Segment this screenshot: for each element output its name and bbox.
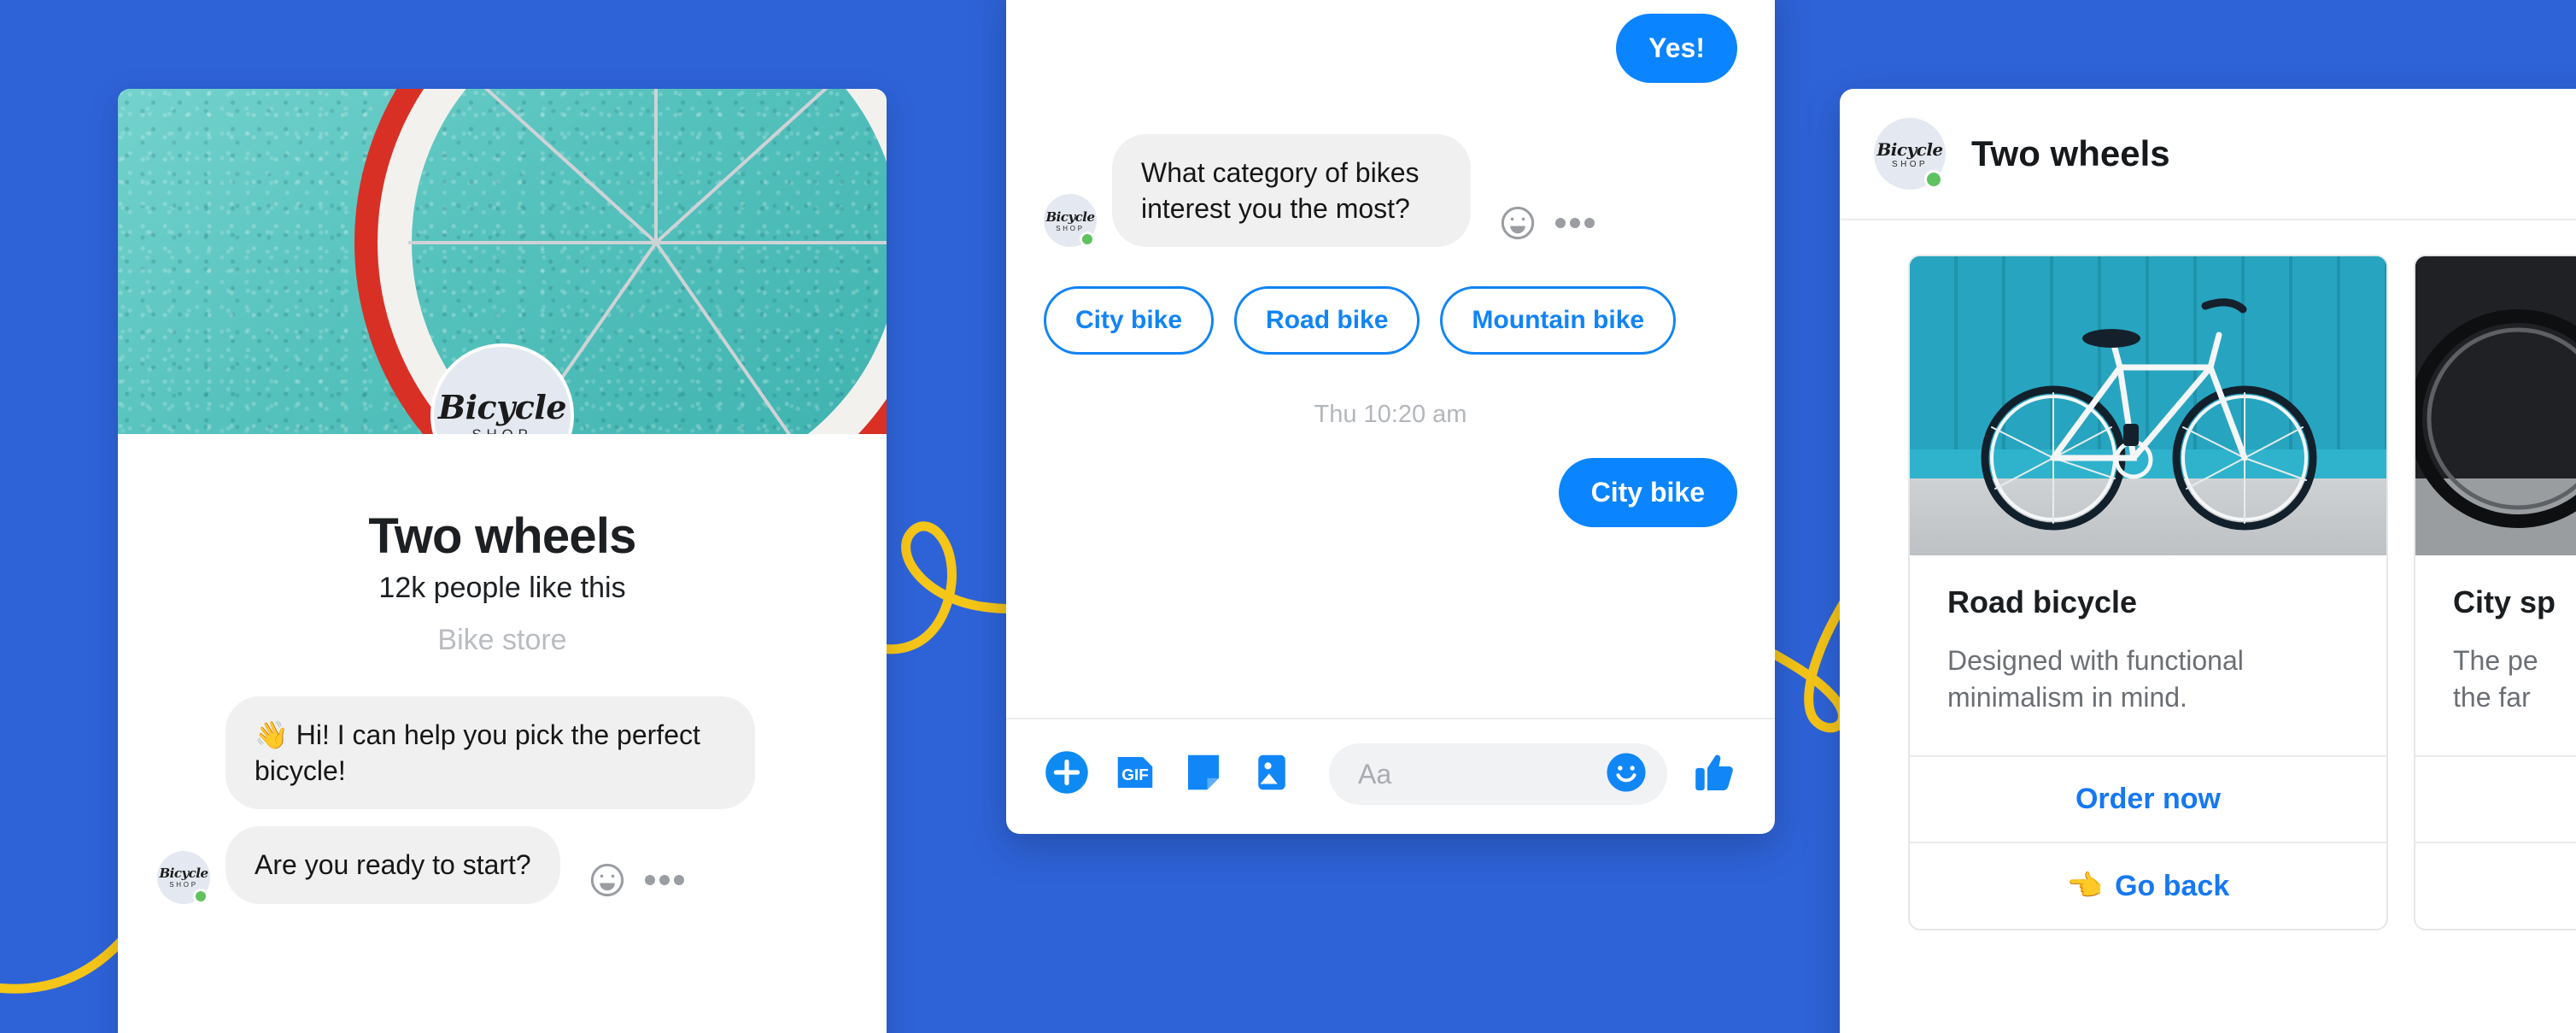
avatar-script-text: Bicycle: [1045, 208, 1095, 225]
chat-message-list: Yes! Bicycle SHOP What category of bikes…: [1006, 0, 1775, 718]
go-back-button[interactable]: 👈 Go back: [1910, 841, 2386, 929]
pointing-left-hand-icon: 👈: [2066, 869, 2104, 902]
message-composer: GIF Aa: [1006, 718, 1775, 834]
gif-icon[interactable]: GIF: [1112, 749, 1158, 800]
message-input-placeholder: Aa: [1358, 758, 1392, 789]
page-title: Two wheels: [1971, 133, 2170, 173]
product-tile[interactable]: City sp The pe the far: [2414, 255, 2576, 930]
avatar-shop-text: SHOP: [471, 426, 533, 435]
product-carousel-card: Bicycle SHOP Two wheels Road bicycle Des…: [1840, 89, 2576, 1033]
sent-message-row: Yes!: [1044, 14, 1737, 83]
product-card-header: Bicycle SHOP Two wheels: [1840, 89, 2576, 220]
order-now-button[interactable]: Order now: [1910, 754, 2386, 842]
avatar-script-text: Bicycle: [437, 387, 567, 426]
svg-text:GIF: GIF: [1121, 766, 1148, 784]
more-options-icon[interactable]: [644, 873, 685, 891]
message-bubble-received[interactable]: Are you ready to start?: [225, 826, 560, 904]
facebook-page-profile-card: Bicycle SHOP Two wheels 12k people like …: [118, 89, 887, 1033]
product-title: City sp: [2453, 584, 2556, 619]
message-timestamp: Thu 10:20 am: [1314, 401, 1467, 429]
message-bubble-received[interactable]: What category of bikes interest you the …: [1112, 134, 1471, 248]
message-bubble-received[interactable]: 👋 Hi! I can help you pick the perfect bi…: [225, 696, 755, 810]
order-now-button[interactable]: [2415, 754, 2576, 842]
go-back-button[interactable]: [2415, 841, 2576, 928]
profile-meta: Two wheels 12k people like this Bike sto…: [118, 434, 887, 657]
product-photo: [2415, 256, 2576, 555]
thread-avatar[interactable]: Bicycle SHOP: [1874, 118, 1946, 190]
message-input[interactable]: Aa: [1329, 743, 1667, 805]
product-tile-text: City sp The pe the far: [2415, 555, 2576, 755]
bicycle-wheel-image: [306, 89, 887, 434]
quick-reply-road-bike[interactable]: Road bike: [1234, 286, 1420, 355]
product-photo: [1910, 256, 2386, 555]
emoji-smile-filled-icon[interactable]: [1604, 750, 1648, 799]
avatar-script-text: Bicycle: [1876, 138, 1943, 160]
product-carousel[interactable]: Road bicycle Designed with functional mi…: [1840, 220, 2576, 930]
messenger-chat-card: Yes! Bicycle SHOP What category of bikes…: [1006, 0, 1775, 834]
go-back-label: Go back: [2115, 869, 2230, 902]
avatar-script-text: Bicycle: [159, 866, 208, 882]
page-title: Two wheels: [368, 508, 636, 564]
product-description: The pe the far: [2453, 645, 2538, 713]
emoji-smile-outline-icon[interactable]: [1498, 203, 1537, 247]
message-bubble-sent[interactable]: Yes!: [1616, 14, 1737, 83]
quick-reply-city-bike[interactable]: City bike: [1044, 286, 1215, 355]
sent-reply-row: City bike: [1044, 458, 1737, 528]
product-title: Road bicycle: [1947, 584, 2138, 619]
avatar-shop-text: SHOP: [169, 881, 198, 889]
message-row-1: 👋 Hi! I can help you pick the perfect bi…: [157, 696, 847, 810]
page-avatar[interactable]: Bicycle SHOP: [430, 343, 574, 434]
received-message-row: Bicycle SHOP What category of bikes inte…: [1044, 134, 1737, 248]
plus-circle-icon[interactable]: [1044, 749, 1090, 800]
message-actions: [588, 860, 685, 904]
page-category: Bike store: [437, 624, 567, 656]
avatar-shop-text: SHOP: [1056, 224, 1085, 232]
white-bicycle-illustration: [1981, 298, 2317, 531]
message-bubble-sent-reply[interactable]: City bike: [1558, 458, 1737, 528]
product-tile[interactable]: Road bicycle Designed with functional mi…: [1908, 255, 2388, 930]
emoji-smile-outline-icon[interactable]: [588, 860, 627, 904]
sticker-icon[interactable]: [1180, 749, 1227, 800]
quick-reply-row: City bike Road bike Mountain bike: [1044, 286, 1737, 355]
online-status-dot: [1924, 170, 1943, 189]
avatar-circle: Bicycle SHOP: [430, 343, 574, 434]
photo-icon[interactable]: [1249, 749, 1295, 800]
product-tile-text: Road bicycle Designed with functional mi…: [1910, 555, 2386, 755]
page-likes-count: 12k people like this: [378, 572, 626, 604]
thumbs-up-icon[interactable]: [1689, 748, 1737, 801]
message-row-2: Bicycle SHOP Are you ready to start?: [157, 826, 847, 904]
thread-avatar[interactable]: Bicycle SHOP: [157, 850, 210, 904]
avatar-shop-text: SHOP: [1892, 159, 1928, 169]
cover-photo[interactable]: Bicycle SHOP: [118, 89, 887, 434]
quick-reply-mountain-bike[interactable]: Mountain bike: [1440, 286, 1677, 355]
bicycle-wheel-dark-illustration: [2415, 256, 2576, 555]
online-status-dot: [193, 888, 208, 904]
thread-avatar[interactable]: Bicycle SHOP: [1044, 194, 1097, 248]
more-options-icon[interactable]: [1554, 216, 1595, 234]
product-description: Designed with functional minimalism in m…: [1947, 645, 2244, 713]
message-actions: [1498, 203, 1595, 247]
profile-message-thread: 👋 Hi! I can help you pick the perfect bi…: [118, 657, 887, 904]
online-status-dot: [1080, 232, 1095, 248]
